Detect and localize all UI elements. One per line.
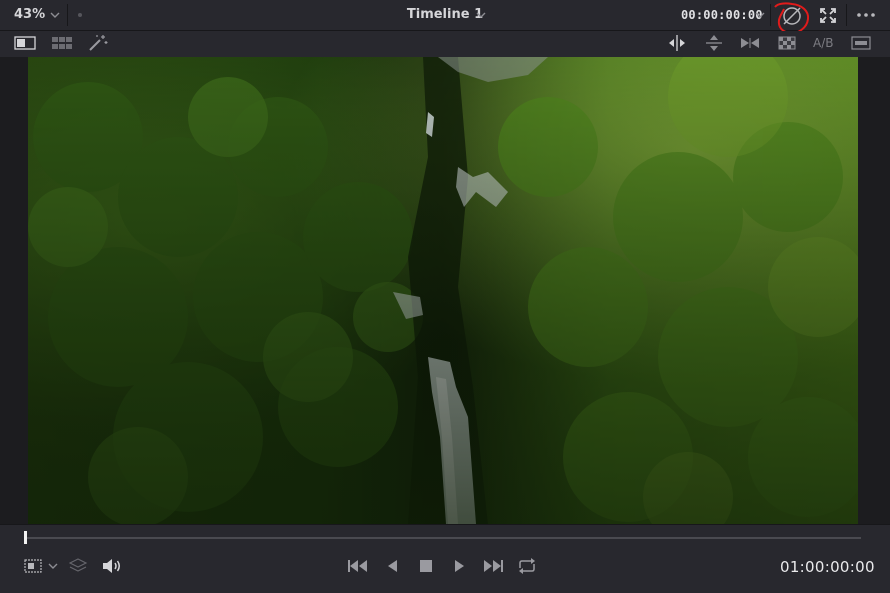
viewer-mode-icon[interactable] [851,36,871,50]
mix-icon[interactable] [740,36,760,50]
viewer-toolbar: A/B [0,31,890,57]
viewer-layout-icon[interactable] [24,559,60,573]
loop-icon[interactable] [516,557,538,575]
magic-wand-icon[interactable] [88,34,108,52]
play-icon[interactable] [454,559,466,573]
viewer-image[interactable] [28,57,858,524]
checkerboard-icon[interactable] [778,36,796,50]
single-viewer-icon[interactable] [14,36,36,50]
viewer-header: 43% Timeline 1 00:00:00:00 [0,0,890,35]
split-wipe-icon[interactable] [667,35,687,51]
chevron-down-icon[interactable] [476,11,486,19]
more-options-icon[interactable] [856,12,876,18]
timecode-display[interactable]: 00:00:00:00 [681,8,763,22]
vertical-wipe-icon[interactable] [706,34,722,52]
layers-icon[interactable] [69,558,87,574]
volume-icon[interactable] [102,558,122,574]
scrubber-track[interactable] [24,537,861,539]
current-timecode: 01:00:00:00 [780,558,875,576]
chevron-down-icon[interactable] [755,11,765,19]
jump-to-start-icon[interactable] [347,559,369,573]
divider [846,4,847,26]
reverse-play-icon[interactable] [386,559,398,573]
transport-bar [0,524,890,593]
ab-wipe-label[interactable]: A/B [813,36,833,50]
forest-waterfall-frame [28,57,858,524]
jump-to-end-icon[interactable] [483,559,505,573]
gallery-grid-icon[interactable] [51,36,73,50]
playhead[interactable] [24,531,27,544]
fullscreen-icon[interactable] [820,8,836,23]
divider [770,4,771,26]
stop-icon[interactable] [419,559,433,573]
